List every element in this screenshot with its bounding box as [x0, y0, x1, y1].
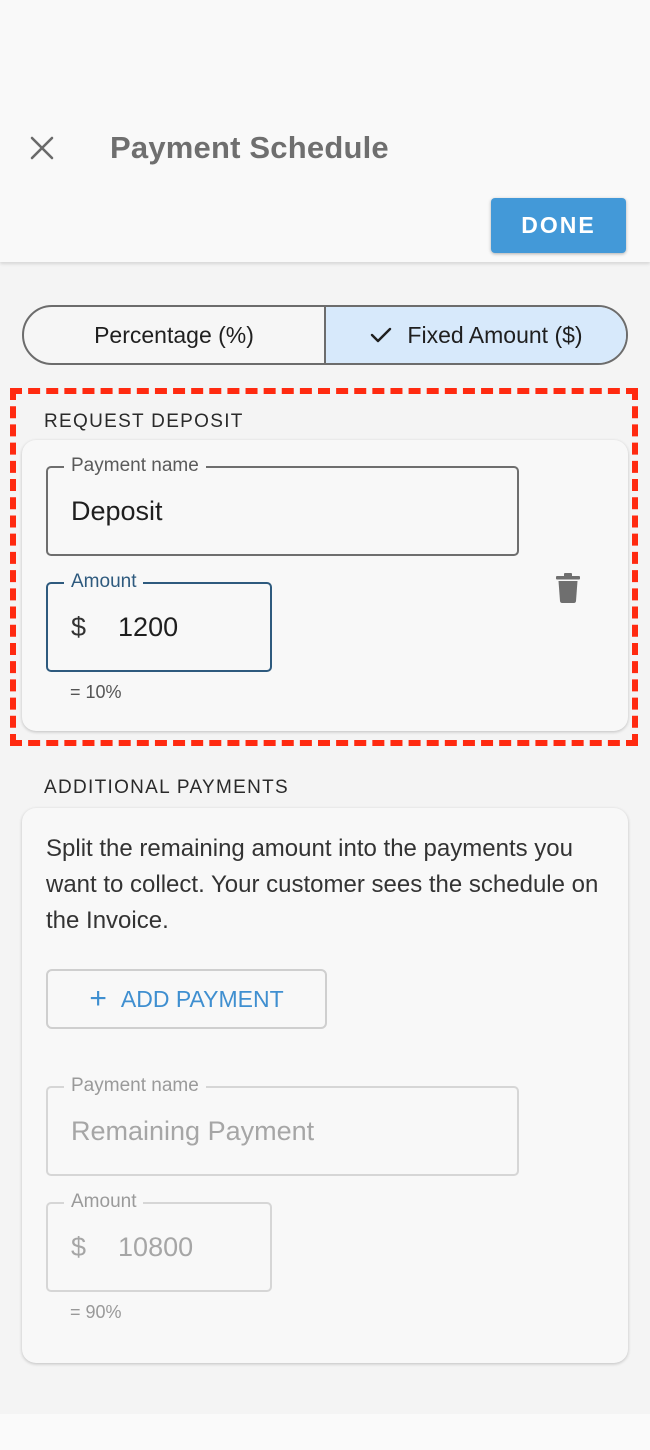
page-title: Payment Schedule: [110, 130, 389, 165]
remaining-currency-prefix: $: [71, 1231, 87, 1262]
additional-description: Split the remaining amount into the paym…: [46, 835, 599, 934]
remaining-amount-value: 10800: [118, 1231, 194, 1262]
done-button[interactable]: DONE: [491, 198, 626, 253]
deposit-percent-helper: = 10%: [70, 682, 122, 702]
plus-icon: +: [89, 982, 107, 1015]
close-button[interactable]: [22, 128, 62, 168]
remaining-percent-helper: = 90%: [70, 1302, 122, 1322]
segment-percentage-label: Percentage (%): [94, 321, 254, 348]
app-bar: Payment Schedule DONE: [0, 0, 650, 262]
deposit-payment-name-field[interactable]: Payment name Deposit: [46, 454, 519, 556]
segment-fixed-amount[interactable]: Fixed Amount ($): [324, 307, 626, 363]
currency-prefix: $: [71, 611, 87, 642]
remaining-payment-name-value: Remaining Payment: [71, 1115, 315, 1146]
amount-input-content: $ 1200: [71, 584, 178, 670]
remaining-amount-field: Amount $ 10800: [46, 1190, 272, 1292]
delete-deposit-button[interactable]: [540, 568, 596, 608]
close-icon: [30, 136, 54, 160]
remaining-payment-name-field: Payment name Remaining Payment: [46, 1074, 519, 1176]
payment-mode-toggle: Percentage (%) Fixed Amount ($): [22, 305, 628, 365]
check-icon: [369, 325, 393, 345]
segment-fixed-amount-label: Fixed Amount ($): [407, 321, 583, 348]
trash-icon: [556, 573, 580, 603]
segment-percentage[interactable]: Percentage (%): [24, 307, 324, 363]
bottom-strip: [0, 1414, 650, 1450]
payment-name-value: Deposit: [71, 495, 163, 526]
add-payment-button[interactable]: + ADD PAYMENT: [46, 969, 327, 1029]
deposit-section-title: REQUEST DEPOSIT: [44, 411, 244, 432]
additional-section-title: ADDITIONAL PAYMENTS: [44, 777, 289, 798]
amount-value: 1200: [118, 611, 179, 642]
add-payment-label: ADD PAYMENT: [120, 985, 284, 1012]
remaining-amount-content: $ 10800: [71, 1204, 193, 1290]
deposit-amount-field[interactable]: Amount $ 1200: [46, 570, 272, 672]
